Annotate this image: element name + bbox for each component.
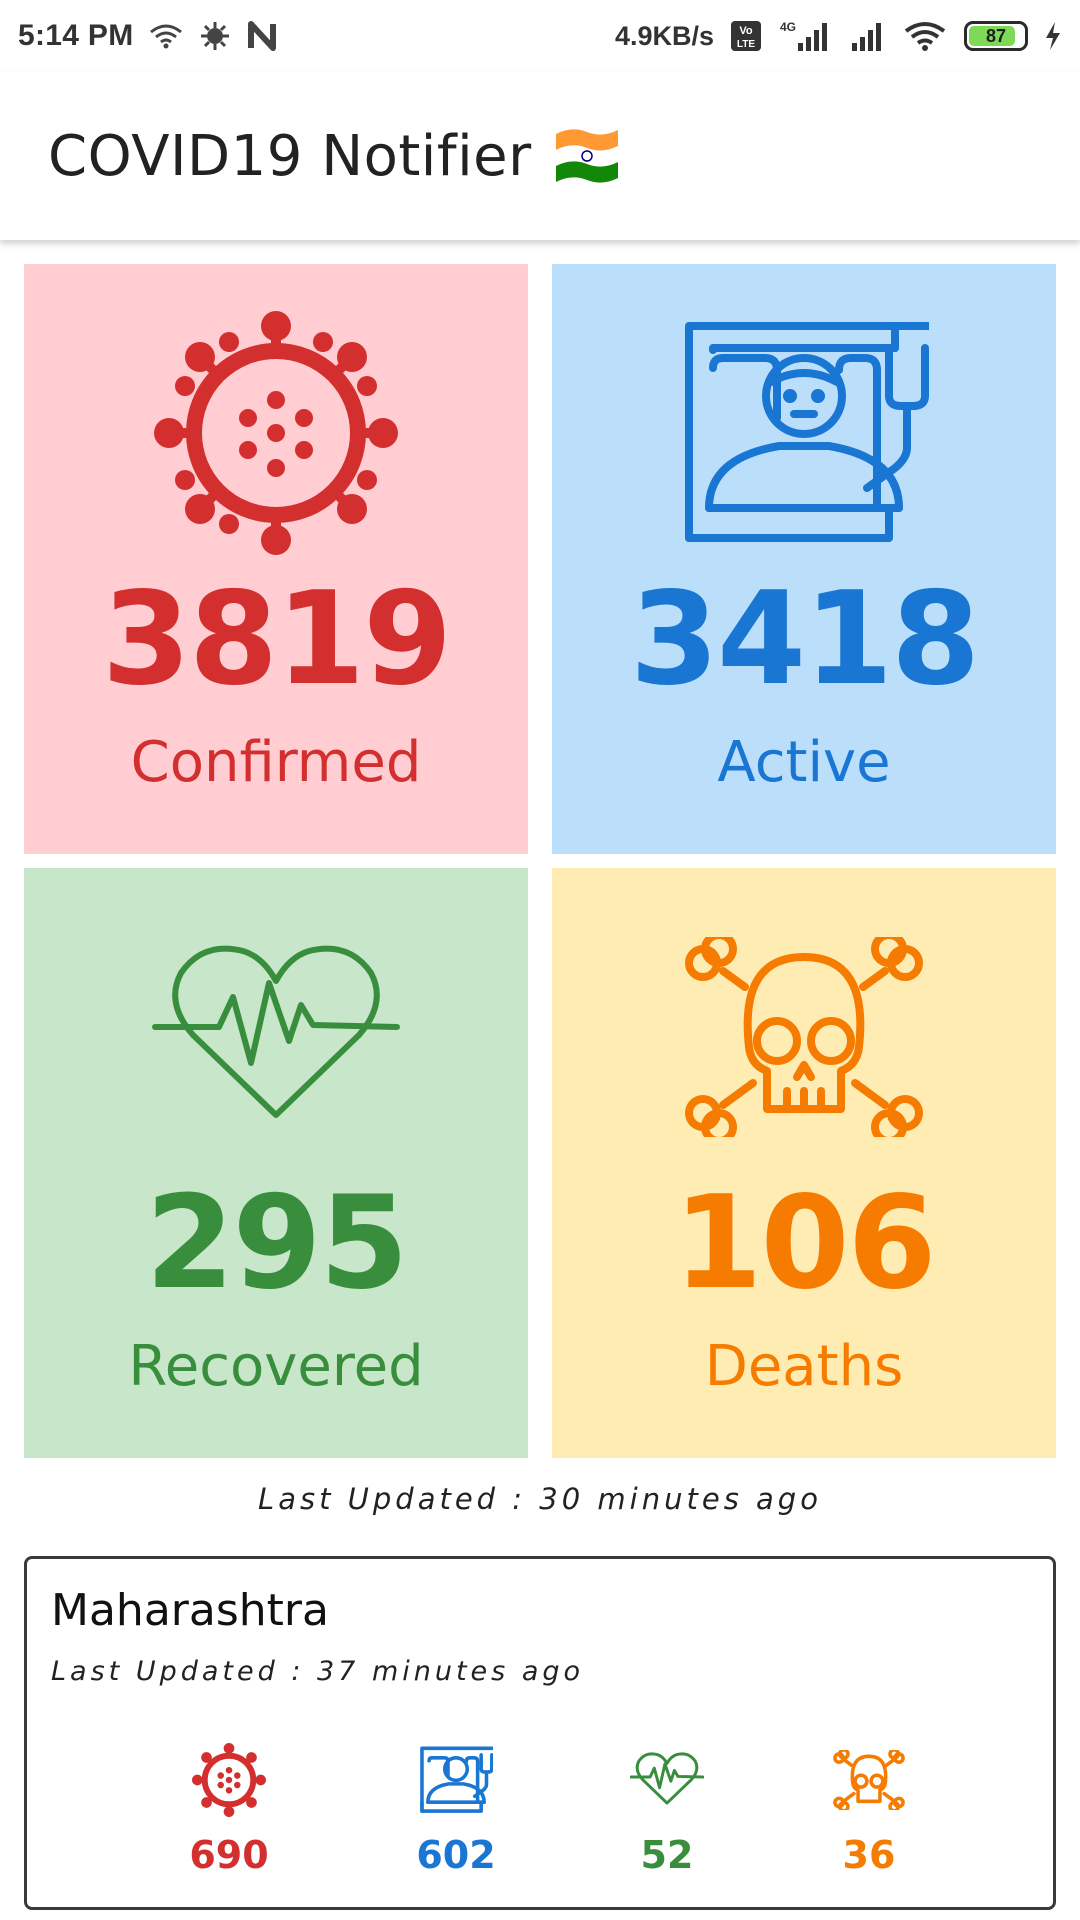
volte-icon: Vo LTE xyxy=(730,20,762,52)
virus-icon xyxy=(192,1741,266,1819)
active-label: Active xyxy=(717,730,891,795)
state-deaths: 36 xyxy=(789,1741,949,1877)
state-card[interactable]: Maharashtra Last Updated : 37 minutes ag… xyxy=(24,1556,1056,1910)
charging-icon xyxy=(1044,21,1062,51)
signal-icon xyxy=(848,19,888,53)
state-recovered: 52 xyxy=(587,1741,747,1877)
india-flag-icon xyxy=(552,124,622,189)
recovered-label: Recovered xyxy=(128,1334,424,1399)
heartbeat-icon xyxy=(151,912,401,1162)
status-bar-left: 5:14 PM xyxy=(18,19,277,53)
confirmed-count: 3819 xyxy=(101,565,452,714)
status-bar: 5:14 PM 4.9KB/s Vo LTE 4G 87 xyxy=(0,0,1080,72)
app-title: COVID19 Notifier xyxy=(48,123,532,189)
battery-percent: 87 xyxy=(985,25,1007,46)
state-active: 602 xyxy=(376,1741,536,1877)
wifi-icon xyxy=(149,23,183,49)
state-last-updated: Last Updated : 37 minutes ago xyxy=(51,1656,585,1687)
active-card[interactable]: 3418 Active xyxy=(552,264,1056,854)
skull-crossbones-icon xyxy=(832,1741,906,1819)
active-count: 3418 xyxy=(629,565,980,714)
state-active-count: 602 xyxy=(416,1833,496,1877)
hospital-bed-patient-icon xyxy=(419,1741,493,1819)
app-bar: COVID19 Notifier xyxy=(0,72,1080,240)
recovered-card[interactable]: 295 Recovered xyxy=(24,868,528,1458)
heartbeat-icon xyxy=(630,1741,704,1819)
battery-icon: 87 xyxy=(964,21,1028,51)
network-type: 4G xyxy=(780,20,796,34)
status-time: 5:14 PM xyxy=(18,19,134,52)
confirmed-card[interactable]: 3819 Confirmed xyxy=(24,264,528,854)
hospital-bed-patient-icon xyxy=(679,308,929,558)
state-deaths-count: 36 xyxy=(842,1833,896,1877)
deaths-label: Deaths xyxy=(704,1334,904,1399)
virus-icon xyxy=(151,308,401,558)
svg-text:LTE: LTE xyxy=(737,39,755,50)
svg-text:Vo: Vo xyxy=(739,25,753,37)
wifi-icon xyxy=(904,21,948,51)
national-last-updated: Last Updated : 30 minutes ago xyxy=(258,1482,822,1516)
stats-grid: 3819 Confirmed 3418 Active 295 Recovered… xyxy=(24,264,1056,1458)
deaths-count: 106 xyxy=(673,1169,936,1318)
status-bar-right: 4.9KB/s Vo LTE 4G 87 xyxy=(615,19,1062,53)
net-speed: 4.9KB/s xyxy=(614,20,714,51)
recovered-count: 295 xyxy=(145,1169,408,1318)
state-confirmed: 690 xyxy=(149,1741,309,1877)
bug-icon xyxy=(199,20,231,52)
state-recovered-count: 52 xyxy=(640,1833,694,1877)
state-stats-row: 690 602 52 36 xyxy=(27,1741,1053,1891)
state-confirmed-count: 690 xyxy=(189,1833,269,1877)
confirmed-label: Confirmed xyxy=(130,730,422,795)
skull-crossbones-icon xyxy=(679,912,929,1162)
deaths-card[interactable]: 106 Deaths xyxy=(552,868,1056,1458)
n-notification-icon xyxy=(247,21,277,51)
signal-icon: 4G xyxy=(778,19,832,53)
state-name: Maharashtra xyxy=(51,1585,329,1636)
